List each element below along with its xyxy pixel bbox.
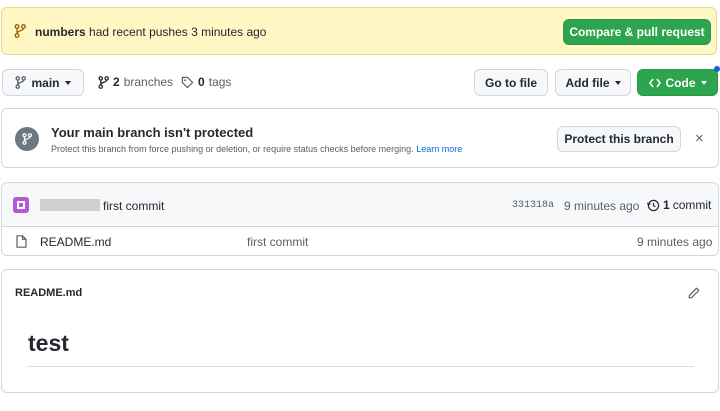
protect-branch-button[interactable]: Protect this branch: [557, 126, 681, 152]
branches-count: 2: [113, 75, 120, 89]
add-file-button[interactable]: Add file: [555, 69, 631, 96]
commit-sha[interactable]: 331318a: [512, 200, 554, 211]
protection-desc-text: Protect this branch from force pushing o…: [51, 144, 414, 154]
readme-box: README.md test: [1, 269, 719, 393]
readme-filename: README.md: [15, 287, 83, 299]
branch-icon: [14, 24, 26, 38]
banner-message: had recent pushes 3 minutes ago: [85, 25, 267, 39]
branch-select-button[interactable]: main: [2, 69, 84, 96]
add-file-label: Add file: [565, 75, 610, 90]
file-commit-message[interactable]: first commit: [247, 235, 308, 249]
protection-description: Protect this branch from force pushing o…: [51, 144, 462, 154]
go-to-file-button[interactable]: Go to file: [474, 69, 548, 96]
code-icon: [648, 78, 661, 88]
commit-message[interactable]: first commit: [103, 199, 164, 213]
caret-down-icon: [700, 80, 707, 85]
recent-push-banner: numbers had recent pushes 3 minutes ago …: [1, 7, 717, 55]
learn-more-link[interactable]: Learn more: [416, 144, 462, 154]
file-icon: [16, 235, 27, 248]
compare-pull-request-button[interactable]: Compare & pull request: [563, 19, 711, 45]
commits-link[interactable]: 1 commit: [647, 198, 711, 212]
readme-heading: test: [28, 330, 69, 356]
code-label: Code: [665, 75, 696, 90]
latest-commit-row: first commit 331318a 9 minutes ago 1 com…: [2, 183, 718, 227]
compare-pull-request-label: Compare & pull request: [569, 25, 705, 39]
branch-icon: [98, 75, 109, 89]
commit-count-label: commit: [672, 198, 712, 212]
branch-protection-box: Your main branch isn't protected Protect…: [1, 108, 719, 168]
caret-down-icon: [614, 80, 621, 85]
file-name[interactable]: README.md: [40, 235, 111, 249]
banner-text: numbers had recent pushes 3 minutes ago: [35, 25, 266, 39]
file-commit-time: 9 minutes ago: [637, 235, 713, 249]
go-to-file-label: Go to file: [485, 75, 537, 90]
commit-time: 9 minutes ago: [564, 199, 640, 213]
branches-label: branches: [123, 75, 174, 89]
branch-icon: [15, 76, 27, 89]
code-button[interactable]: Code: [637, 69, 718, 96]
redacted-author: [40, 199, 100, 211]
notification-dot: [714, 66, 720, 72]
readme-heading-divider: [27, 366, 694, 367]
branches-link[interactable]: 2 branches: [98, 75, 173, 89]
branch-select-label: main: [31, 75, 60, 90]
banner-branch-name[interactable]: numbers: [35, 25, 86, 39]
branch-protection-icon: [15, 127, 39, 151]
caret-down-icon: [64, 80, 71, 85]
close-icon[interactable]: ×: [695, 130, 704, 147]
tags-link[interactable]: 0 tags: [181, 75, 231, 89]
commit-count: 1: [663, 198, 670, 212]
protect-branch-label: Protect this branch: [564, 132, 674, 146]
file-listing-box: first commit 331318a 9 minutes ago 1 com…: [1, 182, 719, 256]
tag-icon: [181, 76, 194, 89]
tags-count: 0: [198, 75, 205, 89]
protection-title: Your main branch isn't protected: [51, 125, 254, 140]
edit-pencil-icon[interactable]: [688, 287, 700, 299]
avatar[interactable]: [13, 197, 29, 213]
file-row[interactable]: README.md first commit 9 minutes ago: [2, 227, 718, 255]
history-icon: [647, 199, 660, 212]
tags-label: tags: [208, 75, 232, 89]
